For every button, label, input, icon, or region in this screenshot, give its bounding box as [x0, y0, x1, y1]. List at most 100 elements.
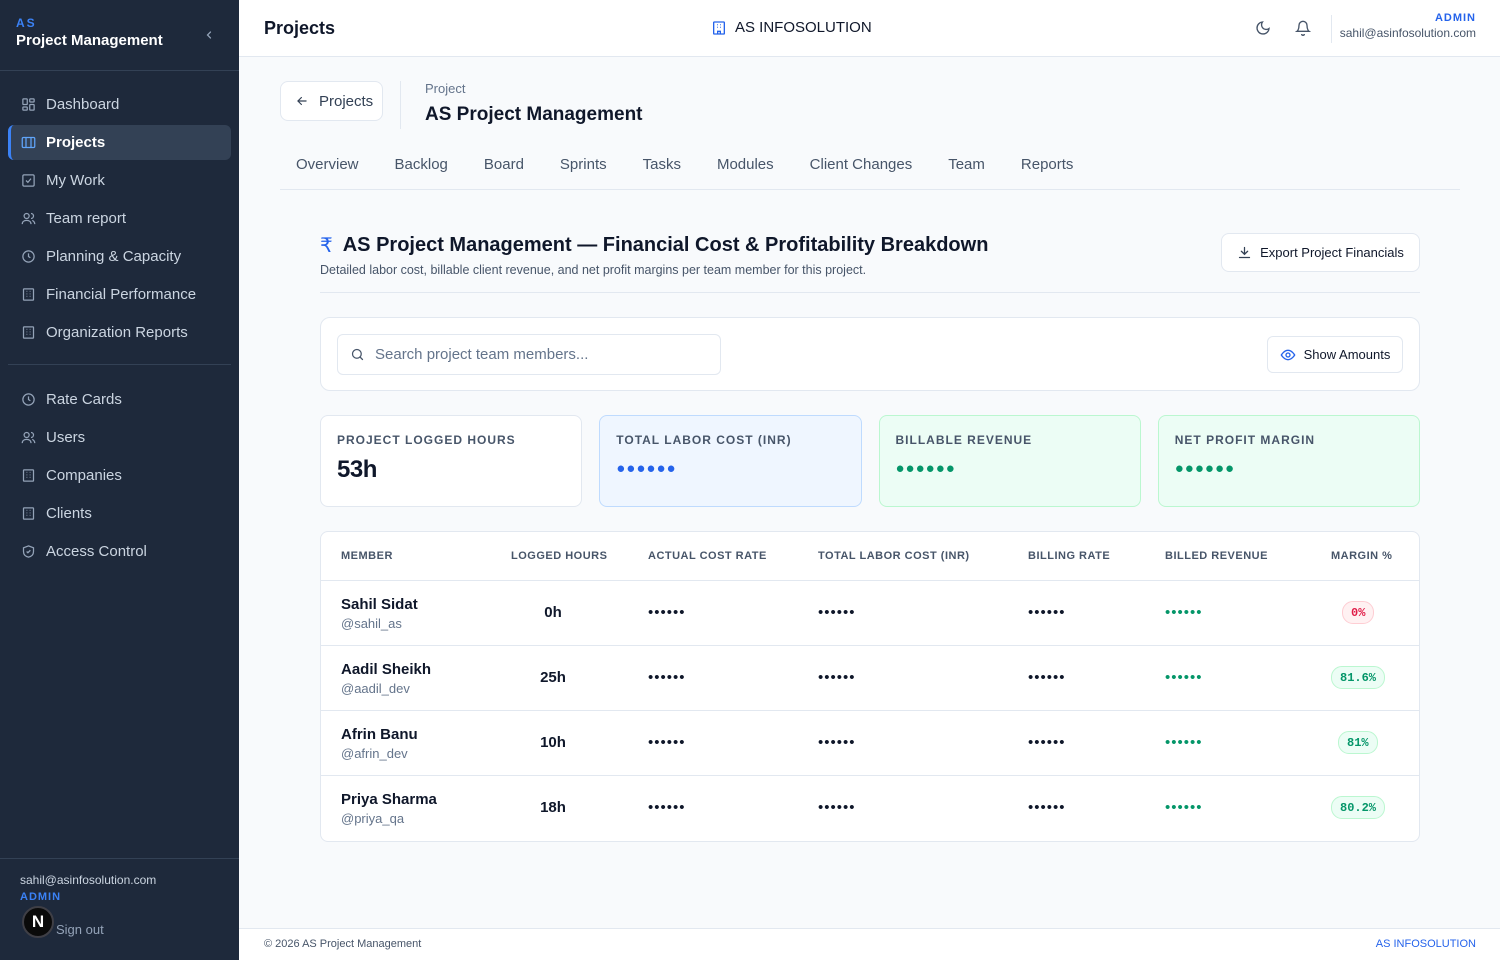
tab-overview[interactable]: Overview — [280, 147, 375, 190]
stat-label: PROJECT LOGGED HOURS — [337, 433, 516, 447]
tab-client-changes[interactable]: Client Changes — [794, 147, 929, 190]
search-input[interactable] — [375, 346, 705, 363]
collapse-sidebar-button[interactable] — [201, 27, 217, 43]
building-icon — [20, 325, 36, 341]
user-role: ADMIN — [1434, 12, 1476, 24]
eye-icon — [1280, 347, 1296, 363]
building-icon — [20, 468, 36, 484]
sidebar-item-clients[interactable]: Clients — [8, 496, 231, 531]
dashboard-icon — [20, 97, 36, 113]
cost-rate-masked: •••••• — [648, 604, 686, 621]
project-name: AS Project Management — [425, 104, 643, 125]
sidebar-item-team-report[interactable]: Team report — [8, 201, 231, 236]
sidebar-item-label: Users — [46, 429, 86, 446]
sidebar-item-planning[interactable]: Planning & Capacity — [8, 239, 231, 274]
sidebar-item-label: Access Control — [46, 543, 147, 560]
projects-icon — [20, 135, 36, 151]
billed-revenue-masked: •••••• — [1165, 799, 1203, 816]
member-name: Aadil Sheikh — [341, 661, 432, 678]
users-icon — [20, 430, 36, 446]
sidebar-item-my-work[interactable]: My Work — [8, 163, 231, 198]
member-handle: @aadil_dev — [341, 681, 410, 696]
building-icon — [20, 287, 36, 303]
sidebar-item-label: Team report — [46, 210, 127, 227]
labor-cost-masked: •••••• — [818, 604, 856, 621]
table-row[interactable]: Sahil Sidat @sahil_as 0h •••••• •••••• •… — [321, 581, 1419, 646]
project-tabs: Overview Backlog Board Sprints Tasks Mod… — [280, 147, 1460, 190]
stat-card-labor-cost: TOTAL LABOR COST (INR) ●●●●●● — [599, 415, 862, 507]
table-row[interactable]: Priya Sharma @priya_qa 18h •••••• ••••••… — [321, 776, 1419, 841]
tab-reports[interactable]: Reports — [1005, 147, 1090, 190]
table-row[interactable]: Aadil Sheikh @aadil_dev 25h •••••• •••••… — [321, 646, 1419, 711]
theme-toggle-button[interactable] — [1253, 18, 1273, 38]
financials-title-text: AS Project Management — Financial Cost &… — [342, 234, 989, 256]
show-amounts-button[interactable]: Show Amounts — [1267, 336, 1403, 373]
margin-badge: 80.2% — [1331, 796, 1386, 819]
tab-board[interactable]: Board — [468, 147, 540, 190]
sidebar: AS Project Management Dashboard Projects… — [0, 0, 239, 960]
header-divider — [400, 81, 401, 129]
logged-hours: 10h — [540, 734, 566, 751]
export-label: Export Project Financials — [1260, 245, 1404, 260]
labor-cost-masked: •••••• — [818, 669, 856, 686]
page-footer: © 2026 AS Project Management AS INFOSOLU… — [239, 928, 1500, 960]
user-menu[interactable]: ADMIN sahil@asinfosolution.com — [1340, 12, 1476, 40]
billed-revenue-masked: •••••• — [1165, 604, 1203, 621]
sidebar-item-projects[interactable]: Projects — [8, 125, 231, 160]
column-header-member: MEMBER — [341, 550, 393, 562]
table-header: MEMBER LOGGED HOURS ACTUAL COST RATE TOT… — [321, 532, 1419, 581]
sidebar-user-role: ADMIN — [20, 891, 62, 903]
moon-icon — [1256, 21, 1270, 35]
tab-backlog[interactable]: Backlog — [379, 147, 464, 190]
billing-rate-masked: •••••• — [1028, 669, 1066, 686]
search-box[interactable] — [337, 334, 721, 375]
column-header-margin: MARGIN % — [1331, 550, 1393, 562]
billed-revenue-masked: •••••• — [1165, 734, 1203, 751]
project-label: Project — [425, 81, 466, 96]
tab-sprints[interactable]: Sprints — [544, 147, 623, 190]
users-icon — [20, 211, 36, 227]
shield-icon — [20, 544, 36, 560]
sidebar-item-dashboard[interactable]: Dashboard — [8, 87, 231, 122]
sidebar-item-label: Dashboard — [46, 96, 120, 113]
member-handle: @priya_qa — [341, 811, 405, 826]
margin-badge: 0% — [1342, 601, 1375, 624]
rupee-icon: ₹ — [320, 235, 333, 257]
column-header-billed-revenue: BILLED REVENUE — [1165, 550, 1268, 562]
billed-revenue-masked: •••••• — [1165, 669, 1203, 686]
copyright-text: © 2026 AS Project Management — [264, 938, 422, 950]
search-icon — [350, 347, 365, 362]
sidebar-item-rate-cards[interactable]: Rate Cards — [8, 382, 231, 417]
stat-card-logged-hours: PROJECT LOGGED HOURS 53h — [320, 415, 583, 507]
table-row[interactable]: Afrin Banu @afrin_dev 10h •••••• •••••• … — [321, 711, 1419, 776]
tab-modules[interactable]: Modules — [701, 147, 790, 190]
tab-tasks[interactable]: Tasks — [627, 147, 697, 190]
labor-cost-masked: •••••• — [818, 734, 856, 751]
brand: AS Project Management — [0, 0, 239, 71]
stats-row: PROJECT LOGGED HOURS 53h TOTAL LABOR COS… — [320, 415, 1420, 507]
stat-masked-value: ●●●●●● — [895, 460, 956, 477]
sidebar-item-access-control[interactable]: Access Control — [8, 534, 231, 569]
member-handle: @sahil_as — [341, 616, 402, 631]
sidebar-item-financial-performance[interactable]: Financial Performance — [8, 277, 231, 312]
notifications-button[interactable] — [1293, 18, 1313, 38]
filter-bar: Show Amounts — [320, 317, 1420, 391]
back-to-projects-button[interactable]: Projects — [280, 81, 383, 121]
financials-table: MEMBER LOGGED HOURS ACTUAL COST RATE TOT… — [320, 531, 1420, 842]
sidebar-nav: Dashboard Projects My Work Team report P… — [0, 71, 239, 569]
sign-out-button[interactable]: Sign out — [56, 922, 104, 937]
brand-small: AS — [16, 16, 37, 30]
bell-icon — [1295, 20, 1311, 36]
sidebar-item-companies[interactable]: Companies — [8, 458, 231, 493]
sidebar-item-organization-reports[interactable]: Organization Reports — [8, 315, 231, 350]
sidebar-item-label: Planning & Capacity — [46, 248, 182, 265]
margin-badge: 81% — [1338, 731, 1378, 754]
stat-label: TOTAL LABOR COST (INR) — [616, 433, 792, 447]
export-financials-button[interactable]: Export Project Financials — [1221, 233, 1420, 272]
stat-masked-value: ●●●●●● — [616, 460, 677, 477]
financials-header: ₹ AS Project Management — Financial Cost… — [320, 233, 1420, 293]
arrow-left-icon — [295, 94, 309, 108]
tab-team[interactable]: Team — [932, 147, 1001, 190]
dev-tools-badge[interactable]: N — [22, 906, 54, 938]
sidebar-item-users[interactable]: Users — [8, 420, 231, 455]
